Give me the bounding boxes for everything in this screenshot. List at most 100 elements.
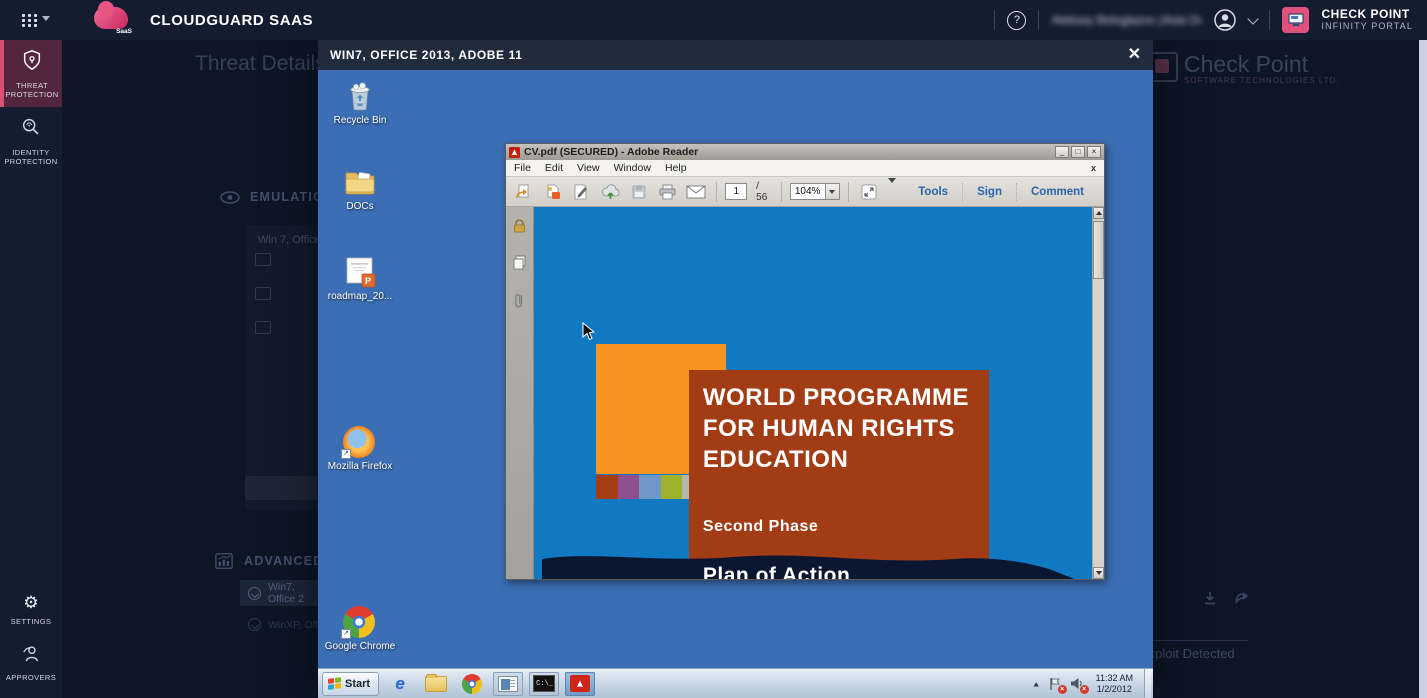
- detection-status-label: Exploit Detected: [1140, 646, 1235, 661]
- convert-pdf-icon: [541, 181, 565, 203]
- approver-person-icon: [20, 643, 42, 663]
- menu-edit: Edit: [545, 162, 563, 174]
- scroll-up-icon: [1093, 207, 1104, 219]
- document-taskbar-icon: [493, 672, 523, 696]
- desktop-icon-label: Recycle Bin: [322, 115, 398, 126]
- desktop-icon-roadmap: P roadmap_20...: [322, 256, 398, 302]
- security-lock-icon: [512, 219, 527, 233]
- desktop-icon-label: DOCs: [322, 201, 398, 212]
- powerpoint-file-icon: P: [343, 256, 377, 288]
- download-icon[interactable]: [1202, 590, 1218, 606]
- menu-view: View: [577, 162, 600, 174]
- share-icon[interactable]: [1234, 590, 1251, 606]
- desktop-icon-label: Mozilla Firefox: [322, 461, 398, 472]
- help-icon[interactable]: ?: [1007, 11, 1026, 30]
- sidebar-item-settings[interactable]: ⚙ SETTINGS: [0, 585, 62, 634]
- sidebar-item-approvers[interactable]: APPROVERS: [0, 634, 62, 690]
- gear-icon: ⚙: [2, 594, 60, 612]
- page-scrollbar[interactable]: [1419, 40, 1427, 698]
- adobe-reader-icon: [509, 147, 520, 158]
- avatar-icon[interactable]: [1213, 8, 1237, 32]
- tools-panel-button: Tools: [904, 186, 962, 198]
- vm-desktop-screenshot: Recycle Bin DOCs: [318, 70, 1153, 668]
- system-tray: ▲ × × 11:32 AM: [1032, 669, 1153, 698]
- action-center-flag-icon: ×: [1048, 677, 1063, 691]
- firefox-icon: ↗: [343, 426, 377, 458]
- infinity-portal-logo-icon: [1282, 7, 1309, 33]
- zoom-dropdown-icon: [826, 183, 840, 200]
- sidebar-item-label: SETTINGS: [2, 617, 60, 626]
- pdf-subtitle: Second Phase: [703, 518, 818, 536]
- menu-file: File: [514, 162, 531, 174]
- reader-toolbar: 1 / 56 104%: [506, 177, 1104, 207]
- error-badge: ×: [1080, 685, 1089, 694]
- user-name: Aleksey Beloglazov (Asia Demo): [1051, 13, 1201, 27]
- page-total-label: / 56: [756, 181, 773, 203]
- svg-text:P: P: [365, 276, 371, 286]
- divider: [1150, 640, 1248, 641]
- brand-text: CHECK POINT INFINITY PORTAL: [1321, 8, 1413, 32]
- cloudguard-logo-sub: SaaS: [116, 28, 132, 35]
- eye-icon: [220, 191, 240, 204]
- left-sidebar: THREAT PROTECTION IDENTITY PROTECTION ⚙ …: [0, 40, 62, 698]
- print-icon: [656, 181, 680, 203]
- chevron-down-icon[interactable]: [1248, 13, 1259, 24]
- modal-title: WIN7, OFFICE 2013, ADOBE 11: [330, 48, 522, 62]
- chrome-icon: ↗: [343, 606, 377, 638]
- divider: [781, 182, 782, 202]
- sidebar-item-threat-protection[interactable]: THREAT PROTECTION: [0, 40, 62, 107]
- emulation-row-win7[interactable]: Win7, Office 2: [240, 580, 318, 606]
- reader-scrollbar: [1092, 207, 1104, 579]
- sign-panel-button: Sign: [963, 186, 1016, 198]
- divider: [848, 182, 849, 202]
- ie-taskbar-icon: e: [385, 672, 415, 696]
- product-title: CLOUDGUARD SAAS: [150, 12, 313, 29]
- folder-icon: [343, 166, 377, 198]
- shortcut-arrow-icon: ↗: [341, 629, 351, 639]
- modal-header: WIN7, OFFICE 2013, ADOBE 11 ✕: [318, 40, 1153, 70]
- mouse-cursor-icon: [582, 322, 596, 342]
- chart-icon: [214, 552, 234, 570]
- tray-expand-icon: ▲: [1032, 680, 1041, 688]
- reader-window-title: CV.pdf (SECURED) - Adobe Reader: [524, 146, 698, 158]
- shortcut-arrow-icon: ↗: [341, 449, 351, 459]
- vm-taskbar: Start e C:\_ ▲ ×: [318, 668, 1153, 698]
- menu-window: Window: [614, 162, 651, 174]
- start-label: Start: [345, 678, 370, 690]
- reader-menu-bar: File Edit View Window Help x: [506, 160, 1104, 177]
- toolbar-more-icon: [885, 183, 899, 201]
- page-title: Threat Details: [195, 52, 326, 76]
- pdf-footer-title: Plan of Action: [703, 564, 850, 579]
- minimize-button: _: [1055, 146, 1069, 158]
- sidebar-item-identity-protection[interactable]: IDENTITY PROTECTION: [0, 107, 62, 174]
- start-button: Start: [322, 672, 379, 696]
- pdf-page-view: WORLD PROGRAMME FOR HUMAN RIGHTS EDUCATI…: [534, 207, 1092, 579]
- advanced-header-label: ADVANCED: [244, 554, 324, 568]
- scroll-down-icon: [1093, 567, 1104, 579]
- watermark-line1: Check Point: [1184, 52, 1340, 76]
- cloudguard-logo: SaaS: [92, 5, 132, 35]
- error-badge: ×: [1058, 685, 1067, 694]
- zoom-value: 104%: [790, 183, 826, 200]
- advanced-section-header: ADVANCED: [214, 552, 324, 570]
- zoom-control: 104%: [790, 183, 840, 200]
- menu-help: Help: [665, 162, 687, 174]
- fit-window-icon: [857, 181, 881, 203]
- email-icon: [685, 181, 709, 203]
- brand-line1: CHECK POINT: [1321, 8, 1413, 20]
- reader-navigation-rail: [506, 207, 534, 579]
- attachment-paperclip-icon: [513, 292, 525, 310]
- app-launcher-grid-icon[interactable]: [22, 12, 42, 28]
- page-number-input: 1: [725, 183, 747, 200]
- save-icon: [627, 181, 651, 203]
- taskbar-clock: 11:32 AM 1/2/2012: [1092, 673, 1137, 694]
- close-icon[interactable]: ✕: [1128, 47, 1141, 63]
- explorer-taskbar-icon: [421, 672, 451, 696]
- pdf-title: WORLD PROGRAMME FOR HUMAN RIGHTS EDUCATI…: [703, 382, 969, 475]
- sidebar-item-label: APPROVERS: [2, 673, 60, 682]
- status-circle-icon: [248, 618, 261, 631]
- watermark-line2: SOFTWARE TECHNOLOGIES LTD.: [1184, 76, 1340, 85]
- cmd-taskbar-icon: C:\_: [529, 672, 559, 696]
- chrome-taskbar-icon: [457, 672, 487, 696]
- show-desktop-button: [1144, 669, 1151, 698]
